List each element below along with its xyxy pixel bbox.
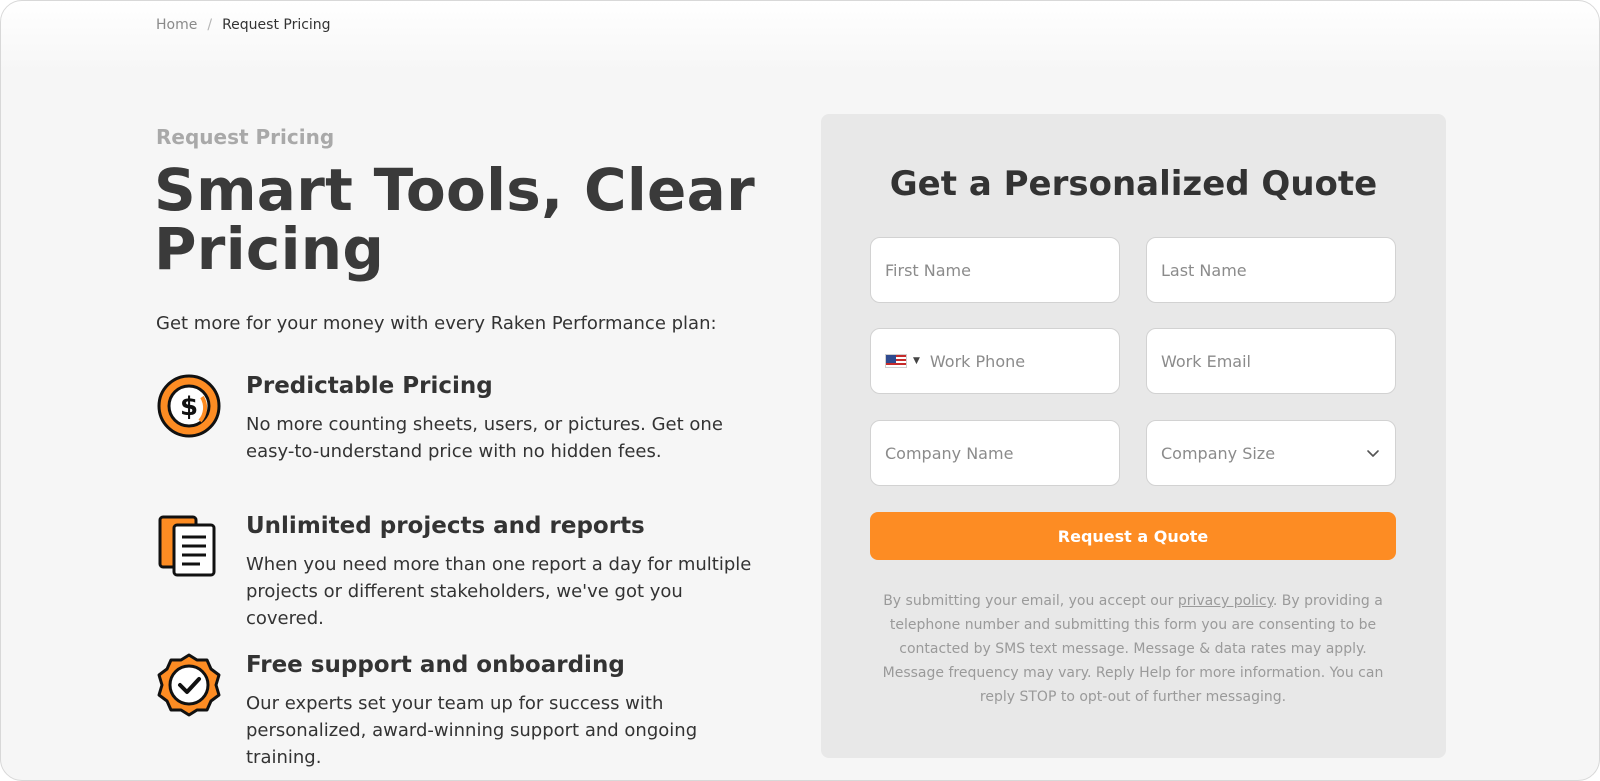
disclaimer-text-start: By submitting your email, you accept our xyxy=(883,593,1178,609)
eyebrow-label: Request Pricing xyxy=(156,125,335,149)
company-name-placeholder: Company Name xyxy=(885,443,1014,463)
first-name-placeholder: First Name xyxy=(885,260,971,280)
privacy-policy-link[interactable]: privacy policy xyxy=(1178,593,1273,609)
work-phone-field[interactable]: ▼ Work Phone xyxy=(870,328,1120,394)
dollar-coin-icon: $ xyxy=(157,374,221,438)
caret-down-icon[interactable]: ▼ xyxy=(913,356,920,366)
badge-check-icon xyxy=(157,653,221,717)
last-name-field[interactable]: Last Name xyxy=(1146,237,1396,303)
feature-text: When you need more than one report a day… xyxy=(246,554,752,629)
feature-text: Our experts set your team up for success… xyxy=(246,693,698,768)
disclaimer-text-end: . By providing a telephone number and su… xyxy=(882,593,1384,705)
breadcrumb-home-link[interactable]: Home xyxy=(156,17,197,33)
feature-title: Free support and onboarding xyxy=(246,652,625,678)
chevron-down-icon xyxy=(1367,450,1379,457)
form-title: Get a Personalized Quote xyxy=(889,164,1378,204)
feature-text: No more counting sheets, users, or pictu… xyxy=(246,414,723,462)
company-name-field[interactable]: Company Name xyxy=(870,420,1120,486)
consent-disclaimer: By submitting your email, you accept our… xyxy=(870,589,1396,709)
company-size-select[interactable]: Company Size xyxy=(1146,420,1396,486)
breadcrumb: Home / Request Pricing xyxy=(156,17,331,33)
page-frame: Home / Request Pricing Request Pricing S… xyxy=(0,0,1600,781)
breadcrumb-current: Request Pricing xyxy=(222,17,331,33)
first-name-field[interactable]: First Name xyxy=(870,237,1120,303)
intro-text: Get more for your money with every Raken… xyxy=(156,313,717,334)
us-flag-icon[interactable] xyxy=(885,354,907,368)
feature-title: Predictable Pricing xyxy=(246,373,493,399)
company-size-placeholder: Company Size xyxy=(1161,443,1276,463)
breadcrumb-separator: / xyxy=(207,17,213,33)
page-title-line-2: Pricing xyxy=(154,215,385,283)
work-phone-placeholder: Work Phone xyxy=(929,351,1026,371)
quote-form-panel: Get a Personalized Quote First Name Last… xyxy=(821,114,1446,758)
svg-text:$: $ xyxy=(180,392,198,422)
work-email-placeholder: Work Email xyxy=(1161,351,1251,371)
work-email-field[interactable]: Work Email xyxy=(1146,328,1396,394)
feature-title: Unlimited projects and reports xyxy=(246,513,645,539)
documents-icon xyxy=(158,515,216,577)
request-quote-button[interactable]: Request a Quote xyxy=(870,512,1396,560)
last-name-placeholder: Last Name xyxy=(1161,260,1247,280)
page-title-line-1: Smart Tools, Clear xyxy=(154,156,755,224)
page-title: Smart Tools, Clear Pricing xyxy=(154,161,794,279)
